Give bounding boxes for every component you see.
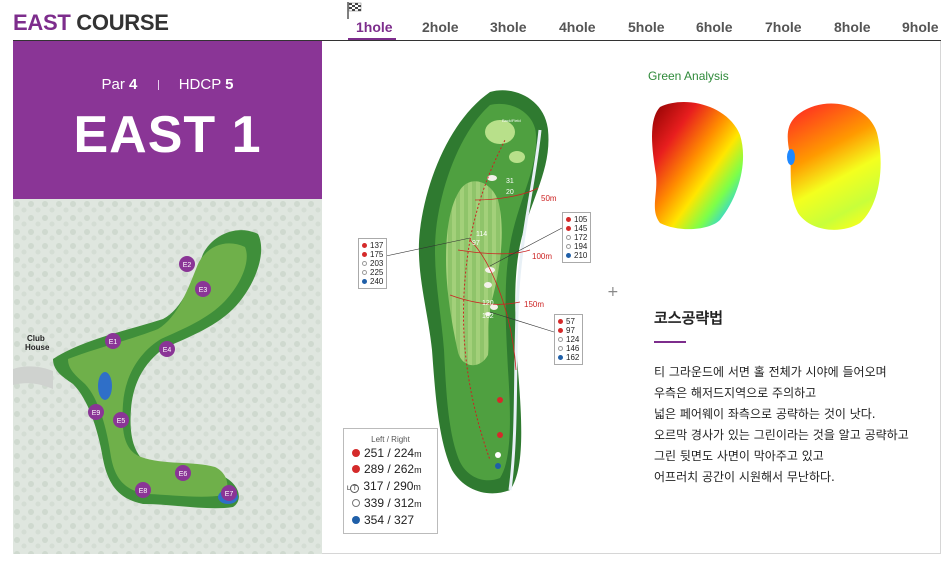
svg-text:E9: E9	[92, 410, 101, 417]
hole-marker-e8[interactable]: E8	[135, 482, 151, 498]
hole-marker-e3[interactable]: E3	[195, 281, 211, 297]
yardage-box-right-top: 105 145 172 194 210	[562, 212, 592, 263]
yardage-value: 240	[370, 277, 384, 286]
course-title-rest: COURSE	[76, 10, 169, 35]
clubhouse-label-line-1: Club	[27, 334, 45, 343]
strategy-line: 티 그라운드에 서면 홀 전체가 시야에 들어오며	[654, 365, 887, 379]
course-title: EAST COURSE	[13, 10, 169, 36]
yardage-value: 203	[370, 259, 384, 268]
header-separator: /	[386, 435, 389, 444]
fairway-distance-label: 120	[482, 300, 494, 307]
hole-marker-e5[interactable]: E5	[113, 412, 129, 428]
yardage-value: 145	[574, 224, 588, 233]
yardage-box-right-bottom: 57 97 124 146 162	[554, 314, 584, 365]
green-heatmap-left	[652, 102, 744, 230]
yardage-value: 175	[370, 250, 384, 259]
yardage-row-red-2: 289 / 262m	[352, 462, 422, 476]
yardage-value: 225	[370, 268, 384, 277]
svg-text:E5: E5	[117, 418, 126, 425]
hdcp-value: 5	[225, 76, 234, 93]
yardage-value: 194	[574, 242, 588, 251]
tab-hole-7[interactable]: 7hole	[765, 19, 802, 35]
header-right-label: Right	[391, 435, 410, 444]
tee-yardage-table: Left / Right 251 / 224m 289 / 262m L T 317…	[343, 428, 438, 534]
hole-marker-e7[interactable]: E7	[221, 485, 237, 501]
svg-text:E3: E3	[199, 287, 208, 294]
strategy-line: 우측은 해저드지역으로 주의하고	[654, 386, 817, 400]
fairway-distance-label: 97	[472, 240, 480, 247]
hole-marker-e6[interactable]: E6	[175, 465, 191, 481]
tab-hole-6[interactable]: 6hole	[696, 19, 733, 35]
yardage-value: 210	[574, 251, 588, 260]
svg-text:E8: E8	[139, 488, 148, 495]
hole-info-panel: Par 4 HDCP 5 EAST 1	[13, 41, 322, 199]
tab-hole-4[interactable]: 4hole	[559, 19, 596, 35]
hole-tabs: 1hole 2hole 3hole 4hole 5hole 6hole 7hol…	[348, 0, 950, 40]
yardage-value: 172	[574, 233, 588, 242]
green-analysis-title: Green Analysis	[648, 69, 729, 83]
strategy-line: 오르막 경사가 있는 그린이라는 것을 알고 공략하고	[654, 428, 909, 442]
par-separator	[157, 80, 159, 91]
yardage-value: 124	[566, 335, 580, 344]
tab-hole-9[interactable]: 9hole	[902, 19, 939, 35]
hole-name: EAST 1	[73, 106, 262, 164]
crosshair-icon: +	[607, 284, 619, 300]
yardage-row-white: 339 / 312m	[352, 496, 422, 510]
distance-50m: 50m	[541, 194, 557, 203]
svg-text:E2: E2	[183, 262, 192, 269]
fairway-distance-label: 162	[482, 313, 494, 320]
par-hdcp-row: Par 4 HDCP 5	[13, 76, 322, 93]
hdcp-label: HDCP	[178, 76, 221, 93]
green-heatmap-right	[787, 103, 881, 230]
strategy-title: 코스공략법	[654, 309, 724, 327]
fairway-distance-label: 31	[506, 178, 514, 185]
tee-icon: T	[350, 484, 360, 493]
tab-hole-5[interactable]: 5hole	[628, 19, 665, 35]
tab-hole-8[interactable]: 8hole	[834, 19, 871, 35]
green-label: Back/Field	[502, 118, 521, 123]
strategy-line: 어프러치 공간이 시원해서 무난하다.	[654, 470, 835, 484]
strategy-line: 그린 뒷면도 사면이 막아주고 있고	[654, 449, 824, 463]
strategy-title-underline	[654, 341, 686, 343]
yardage-value: 137	[370, 241, 384, 250]
tab-hole-3[interactable]: 3hole	[490, 19, 527, 35]
yardage-row-red-1: 251 / 224m	[352, 446, 422, 460]
fairway-distance-label: 114	[476, 231, 487, 238]
fairway-distance-label: 20	[506, 189, 514, 196]
yardage-row-tee: L T 317 / 290m	[347, 479, 421, 493]
yardage-value: 97	[566, 326, 575, 335]
yardage-value: 105	[574, 215, 588, 224]
yardage-value: 146	[566, 344, 580, 353]
yardage-box-left: 137 175 203 225 240	[358, 238, 388, 289]
strategy-description: 티 그라운드에 서면 홀 전체가 시야에 들어오며 우측은 해저드지역으로 주의…	[654, 362, 909, 488]
distance-150m: 150m	[524, 300, 544, 309]
yardage-table-header: Left / Right	[344, 435, 437, 444]
yardage-row-blue: 354 / 327	[352, 513, 414, 527]
hole-marker-e2[interactable]: E2	[179, 256, 195, 272]
hole-marker-e4[interactable]: E4	[159, 341, 175, 357]
svg-text:E6: E6	[179, 471, 188, 478]
yardage-value: 162	[566, 353, 580, 362]
tab-hole-1[interactable]: 1hole	[356, 19, 393, 35]
yardage-value: 57	[566, 317, 575, 326]
hole-marker-e9[interactable]: E9	[88, 404, 104, 420]
svg-text:E1: E1	[109, 339, 118, 346]
hole-marker-e1[interactable]: E1	[105, 333, 121, 349]
strategy-line: 넓은 페어웨이 좌측으로 공략하는 것이 낫다.	[654, 407, 876, 421]
header-left-label: Left	[371, 435, 385, 444]
par-value: 4	[129, 76, 138, 93]
green-slope-heatmaps	[652, 102, 881, 230]
svg-text:E4: E4	[163, 347, 172, 354]
svg-text:E7: E7	[225, 491, 234, 498]
tab-hole-2[interactable]: 2hole	[422, 19, 459, 35]
distance-100m: 100m	[532, 252, 552, 261]
clubhouse-label-line-2: House	[25, 343, 50, 352]
par-label: Par	[101, 76, 125, 93]
course-title-accent: EAST	[13, 10, 71, 35]
course-overview-map: Club House E1 E2 E3 E4 E5 E6 E7 E8 E9	[13, 199, 322, 554]
